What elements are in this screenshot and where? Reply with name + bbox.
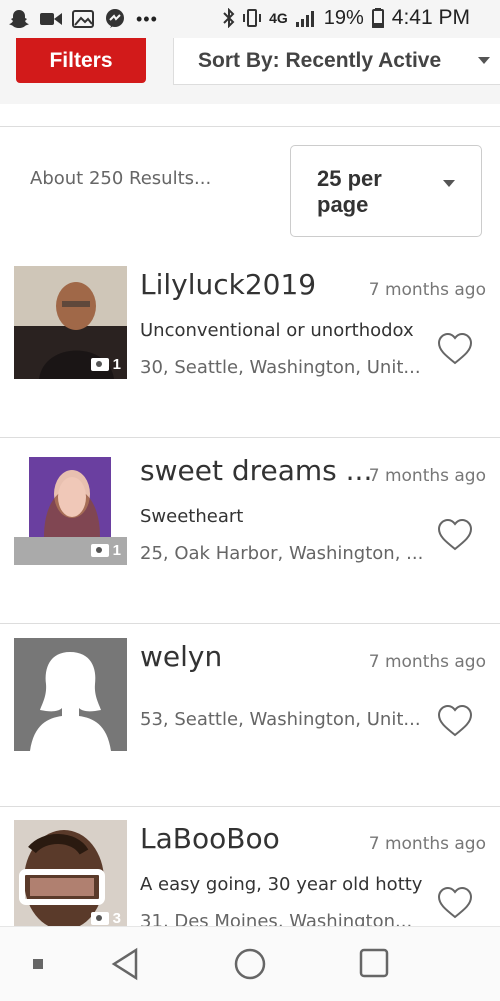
camera-icon — [90, 912, 109, 925]
messenger-icon — [106, 9, 124, 28]
last-active: 7 months ago — [368, 834, 486, 854]
profile-tagline: Unconventional or unorthodox — [140, 320, 414, 341]
clock: 4:41 PM — [391, 6, 470, 29]
profile-name[interactable]: LaBooBoo — [140, 822, 280, 855]
camera-icon — [90, 544, 109, 557]
navigation-bar — [0, 926, 500, 1001]
profile-card[interactable]: 1 Lilyluck2019 7 months ago Unconvention… — [0, 252, 500, 438]
photo-count: 3 — [90, 910, 121, 927]
photo-count-value: 1 — [112, 356, 121, 373]
snapchat-icon — [9, 10, 29, 28]
profile-location: 53, Seattle, Washington, Unit... — [140, 709, 421, 730]
profile-photo[interactable] — [14, 638, 127, 751]
profile-tagline: Sweetheart — [140, 506, 244, 527]
image-icon — [72, 10, 94, 28]
default-avatar-icon — [14, 638, 127, 751]
photo-count-value: 3 — [112, 910, 121, 927]
heart-icon[interactable] — [437, 518, 473, 552]
profile-photo[interactable]: 3 — [14, 820, 127, 933]
filters-button[interactable]: Filters — [16, 38, 146, 83]
heart-icon[interactable] — [437, 886, 473, 920]
sort-dropdown[interactable]: Sort By: Recently Active — [173, 38, 500, 85]
heart-icon[interactable] — [437, 704, 473, 738]
profile-location: 30, Seattle, Washington, Unit... — [140, 357, 421, 378]
profile-name[interactable]: sweet dreams ... — [140, 454, 372, 487]
menu-dot-icon[interactable] — [33, 959, 43, 969]
home-icon[interactable] — [233, 947, 267, 981]
profile-photo[interactable]: 1 — [14, 452, 127, 565]
divider — [0, 126, 500, 127]
profile-name[interactable]: welyn — [140, 640, 222, 673]
profile-location: 25, Oak Harbor, Washington, ... — [140, 543, 424, 564]
last-active: 7 months ago — [368, 466, 486, 486]
photo-count: 1 — [90, 542, 121, 559]
network-type: 4G — [269, 10, 288, 26]
sort-label: Sort By: Recently Active — [198, 49, 442, 72]
back-icon[interactable] — [110, 947, 140, 981]
results-count: About 250 Results... — [30, 168, 212, 189]
more-notifications-icon: ••• — [136, 8, 158, 29]
profile-card[interactable]: 1 sweet dreams ... 7 months ago Sweethea… — [0, 438, 500, 624]
vibrate-icon — [243, 9, 262, 27]
per-page-dropdown[interactable]: 25 per page — [290, 145, 482, 237]
photo-count: 1 — [90, 356, 121, 373]
video-icon — [40, 13, 62, 25]
profile-photo[interactable]: 1 — [14, 266, 127, 379]
battery-icon — [371, 8, 384, 28]
caret-down-icon — [443, 180, 455, 187]
bluetooth-icon — [223, 8, 235, 28]
caret-down-icon — [478, 57, 490, 64]
system-indicators: 4G 19% 4:41 PM — [223, 6, 470, 30]
last-active: 7 months ago — [368, 652, 486, 672]
recent-apps-icon[interactable] — [358, 947, 390, 979]
battery-percent: 19% — [323, 6, 364, 29]
profile-card[interactable]: welyn 7 months ago 53, Seattle, Washingt… — [0, 624, 500, 810]
status-bar: ••• 4G 19% 4:41 PM — [0, 0, 500, 38]
signal-icon — [295, 11, 314, 27]
camera-icon — [90, 358, 109, 371]
heart-icon[interactable] — [437, 332, 473, 366]
last-active: 7 months ago — [368, 280, 486, 300]
per-page-label: 25 per page — [317, 166, 382, 217]
profile-name[interactable]: Lilyluck2019 — [140, 268, 316, 301]
notification-icons: ••• — [8, 8, 158, 30]
profile-tagline: A easy going, 30 year old hotty — [140, 874, 423, 895]
photo-count-value: 1 — [112, 542, 121, 559]
toolbar: Filters Sort By: Recently Active — [0, 38, 500, 104]
